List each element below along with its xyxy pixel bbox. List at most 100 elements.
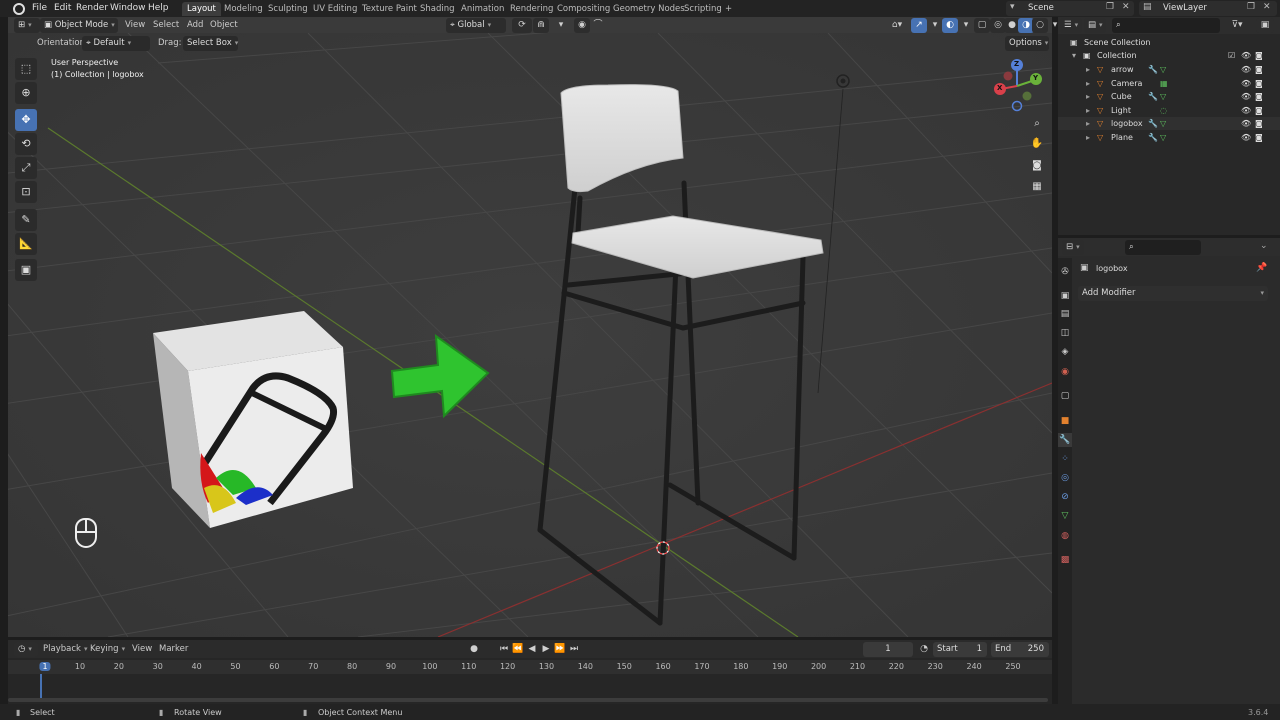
timeline-tick-40[interactable]: 40: [192, 662, 202, 671]
workspace-tab-sculpting[interactable]: Sculpting: [263, 2, 313, 16]
modifier-wrench-icon[interactable]: 🔧: [1148, 63, 1158, 76]
modifier-wrench-icon[interactable]: 🔧: [1148, 90, 1158, 103]
outliner-item-logobox[interactable]: ▸ ▽ logobox 🔧 ▽ 👁 ◙: [1058, 117, 1280, 130]
workspace-tab-layout[interactable]: Layout: [182, 2, 221, 16]
outliner-editor-type-icon[interactable]: ☰ ▾: [1060, 18, 1082, 33]
workspace-tab-shading[interactable]: Shading: [415, 2, 460, 16]
modifier-wrench-icon[interactable]: 🔧: [1148, 117, 1158, 130]
gizmo-options-icon[interactable]: ▾: [927, 18, 943, 33]
timeline-tick-70[interactable]: 70: [308, 662, 318, 671]
viewport-menu-select[interactable]: Select: [149, 18, 183, 33]
modifier-tab-icon[interactable]: 🔧: [1058, 433, 1072, 447]
preview-range-icon[interactable]: ◔: [916, 642, 932, 657]
pan-hand-icon[interactable]: ✋: [1028, 135, 1046, 153]
view-layer-close-icon[interactable]: ✕: [1263, 2, 1271, 12]
timeline-tick-130[interactable]: 130: [539, 662, 554, 671]
render-tab-icon[interactable]: ▣: [1058, 289, 1072, 303]
editor-type-icon[interactable]: ⊞ ▾: [14, 18, 40, 33]
expand-chevron-icon[interactable]: ▸: [1086, 104, 1090, 117]
expand-chevron-icon[interactable]: ▸: [1086, 63, 1090, 76]
workspace-tab-uv-editing[interactable]: UV Editing: [308, 2, 362, 16]
expand-chevron-icon[interactable]: ▾: [1072, 49, 1076, 62]
expand-chevron-icon[interactable]: ▸: [1086, 90, 1090, 103]
workspace-tab-geometry-nodes[interactable]: Geometry Nodes: [608, 2, 690, 16]
expand-chevron-icon[interactable]: ▸: [1086, 131, 1090, 144]
menu-window[interactable]: Window: [106, 2, 150, 15]
particles-tab-icon[interactable]: ⁘: [1058, 452, 1072, 466]
outliner-item-cube[interactable]: ▸ ▽ Cube 🔧 ▽ 👁 ◙: [1058, 90, 1280, 103]
logobox-object[interactable]: [153, 311, 353, 528]
object-visibility-icon[interactable]: ⌂▾: [886, 18, 908, 33]
outliner-editor[interactable]: ☰ ▾ ▤ ▾ ⌕ ⊽▾ ▣ ▣ Scene Collection ▾ ▣ Coll…: [1058, 17, 1280, 235]
end-frame-field[interactable]: End 250: [991, 642, 1049, 657]
options-dropdown[interactable]: Options ▾: [1005, 36, 1049, 51]
outliner-row-scene-collection[interactable]: ▣ Scene Collection: [1058, 36, 1280, 49]
xray-toggle-icon[interactable]: ▢: [974, 18, 990, 33]
shading-rendered-icon[interactable]: ○: [1032, 18, 1048, 33]
outliner-item-arrow[interactable]: ▸ ▽ arrow 🔧 ▽ 👁 ◙: [1058, 63, 1280, 76]
add-modifier-dropdown[interactable]: Add Modifier ▾: [1078, 286, 1268, 301]
render-camera-icon[interactable]: ◙: [1255, 63, 1263, 76]
scene-copy-icon[interactable]: ❐: [1106, 2, 1114, 12]
viewport-scene[interactable]: [8, 33, 1052, 637]
object-data-icon[interactable]: ▽: [1160, 63, 1166, 76]
visibility-eye-icon[interactable]: 👁: [1241, 117, 1251, 130]
visibility-eye-icon[interactable]: 👁: [1241, 77, 1251, 90]
menu-help[interactable]: Help: [144, 2, 173, 15]
timeline-tick-1[interactable]: 1: [39, 662, 51, 671]
constraints-tab-icon[interactable]: ⊘: [1058, 490, 1072, 504]
properties-editor-type-icon[interactable]: ⊟ ▾: [1062, 240, 1084, 255]
render-camera-icon[interactable]: ◙: [1255, 90, 1263, 103]
visibility-eye-icon[interactable]: 👁: [1241, 90, 1251, 103]
timeline-tick-200[interactable]: 200: [811, 662, 826, 671]
select-box-tool-icon[interactable]: ⬚: [15, 58, 37, 80]
scene-selector[interactable]: ▾ Scene ❐ ✕: [1006, 1, 1134, 16]
timeline-menu-marker[interactable]: Marker: [159, 642, 188, 657]
snap-options-icon[interactable]: ▾: [553, 18, 569, 33]
timeline-tick-90[interactable]: 90: [386, 662, 396, 671]
object-data-icon[interactable]: ▦: [1160, 77, 1168, 90]
object-data-icon[interactable]: ▽: [1160, 131, 1166, 144]
overlays-toggle-icon[interactable]: ◐: [942, 18, 958, 33]
timeline-menu-view[interactable]: View: [132, 642, 152, 657]
move-tool-icon[interactable]: ✥: [15, 109, 37, 131]
timeline-tick-100[interactable]: 100: [422, 662, 437, 671]
workspace-tab-compositing[interactable]: Compositing: [552, 2, 615, 16]
timeline-tick-250[interactable]: 250: [1005, 662, 1020, 671]
view-layer-tab-icon[interactable]: ◫: [1058, 326, 1072, 340]
workspace-tab-texture-paint[interactable]: Texture Paint: [357, 2, 422, 16]
outliner-filter-icon[interactable]: ⊽▾: [1226, 18, 1248, 33]
timeline-tick-20[interactable]: 20: [114, 662, 124, 671]
timeline-tick-120[interactable]: 120: [500, 662, 515, 671]
object-data-icon[interactable]: ▽: [1160, 90, 1166, 103]
add-cube-tool-icon[interactable]: ▣: [15, 259, 37, 281]
render-camera-icon[interactable]: ◙: [1255, 104, 1263, 117]
render-camera-icon[interactable]: ◙: [1255, 131, 1263, 144]
visibility-eye-icon[interactable]: 👁: [1241, 131, 1251, 144]
timeline-tick-180[interactable]: 180: [733, 662, 748, 671]
properties-editor[interactable]: ⊟ ▾ ⌕ ⌄ ▣ logobox 📌 Add Modifier ▾: [1058, 238, 1280, 704]
falloff-icon[interactable]: ⌒: [590, 18, 606, 33]
outliner-item-camera[interactable]: ▸ ▽ Camera ▦ 👁 ◙: [1058, 77, 1280, 90]
modifier-wrench-icon[interactable]: 🔧: [1148, 131, 1158, 144]
collection-tab-icon[interactable]: ▢: [1058, 389, 1072, 403]
viewport-menu-object[interactable]: Object: [206, 18, 242, 33]
jump-end-icon[interactable]: ⏭: [566, 642, 582, 657]
transform-tool-icon[interactable]: ⊡: [15, 181, 37, 203]
new-collection-icon[interactable]: ▣: [1256, 18, 1274, 33]
gizmo-toggle-icon[interactable]: ↗: [911, 18, 927, 33]
viewport-menu-add[interactable]: Add: [183, 18, 207, 33]
timeline-tick-150[interactable]: 150: [617, 662, 632, 671]
pivot-point-icon[interactable]: ⟳: [512, 18, 532, 33]
output-tab-icon[interactable]: ▤: [1058, 307, 1072, 321]
workspace-tab-animation[interactable]: Animation: [456, 2, 509, 16]
timeline-scrollbar[interactable]: [8, 698, 1048, 702]
physics-tab-icon[interactable]: ◎: [1058, 471, 1072, 485]
data-tab-icon[interactable]: ▽: [1058, 509, 1072, 523]
timeline-tick-190[interactable]: 190: [772, 662, 787, 671]
object-tab-icon[interactable]: ■: [1058, 414, 1072, 428]
add-workspace-button[interactable]: +: [720, 2, 737, 16]
transform-orientation-selector[interactable]: ⌖ Global ▾: [446, 18, 506, 33]
blender-logo-icon[interactable]: [13, 3, 25, 15]
timeline-tick-160[interactable]: 160: [655, 662, 670, 671]
